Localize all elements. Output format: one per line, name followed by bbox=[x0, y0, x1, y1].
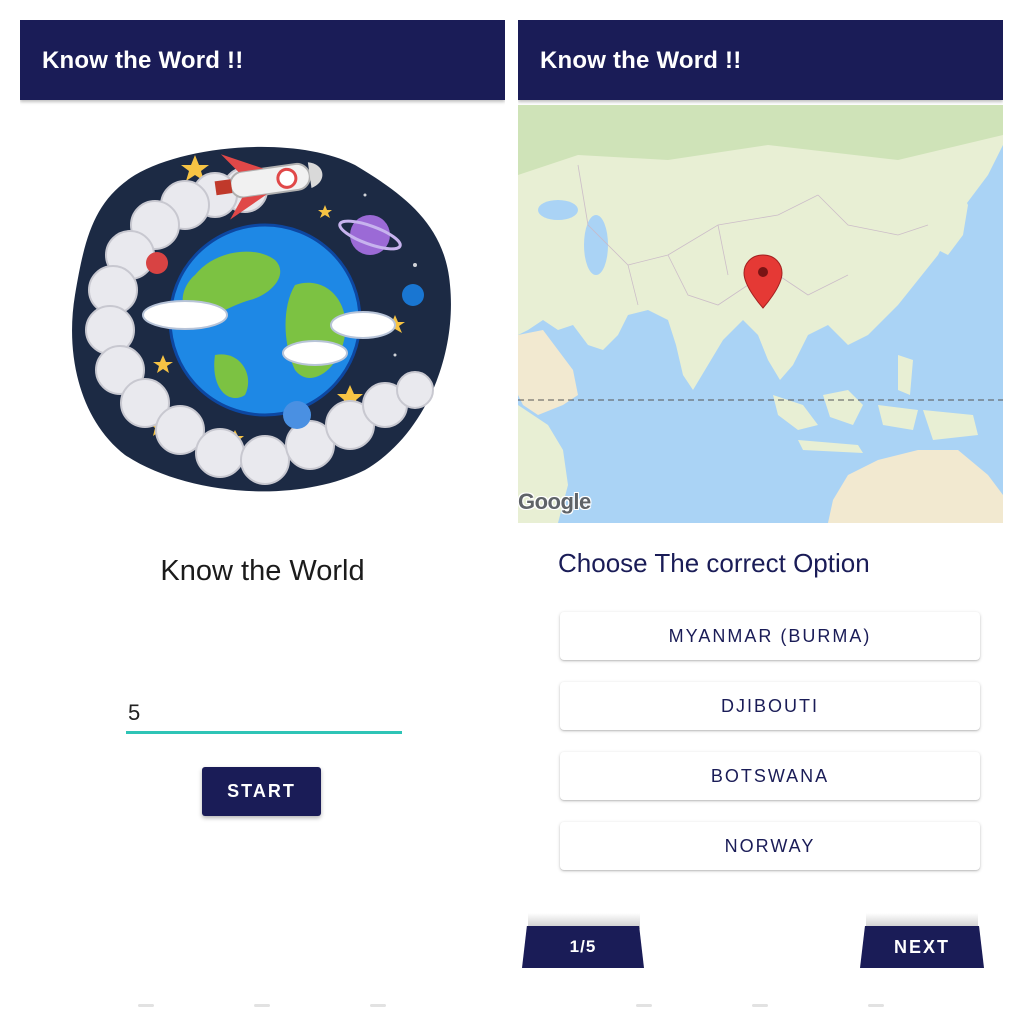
system-nav-bar bbox=[518, 1000, 1003, 1024]
home-icon[interactable] bbox=[752, 1004, 768, 1007]
system-nav-bar bbox=[20, 1000, 505, 1024]
option-button-2[interactable]: DJIBOUTI bbox=[560, 682, 980, 730]
map-view[interactable]: Google bbox=[518, 105, 1003, 523]
home-icon[interactable] bbox=[254, 1004, 270, 1007]
welcome-title: Know the World bbox=[160, 555, 365, 587]
question-text: Choose The correct Option bbox=[558, 548, 870, 578]
start-screen: Know the Word !! Know the World 5 START bbox=[20, 20, 505, 1024]
globe-space-illustration bbox=[65, 135, 460, 495]
option-button-4[interactable]: NORWAY bbox=[560, 822, 980, 870]
question-count-input[interactable] bbox=[126, 695, 402, 734]
recents-icon[interactable] bbox=[138, 1004, 154, 1007]
progress-indicator: 1/5 bbox=[522, 926, 644, 968]
google-attribution-logo: Google bbox=[518, 489, 591, 514]
app-bar: Know the Word !! bbox=[518, 20, 1003, 100]
app-title: Know the Word !! bbox=[540, 47, 742, 74]
option-button-1[interactable]: MYANMAR (BURMA) bbox=[560, 612, 980, 660]
start-button[interactable]: START bbox=[202, 767, 321, 816]
app-title: Know the Word !! bbox=[42, 47, 244, 74]
next-button[interactable]: NEXT bbox=[860, 926, 984, 968]
recents-icon[interactable] bbox=[636, 1004, 652, 1007]
app-bar: Know the Word !! bbox=[20, 20, 505, 100]
back-icon[interactable] bbox=[370, 1004, 386, 1007]
quiz-screen: Know the Word !! Google Choose The corre… bbox=[518, 20, 1003, 1024]
back-icon[interactable] bbox=[868, 1004, 884, 1007]
option-button-3[interactable]: BOTSWANA bbox=[560, 752, 980, 800]
